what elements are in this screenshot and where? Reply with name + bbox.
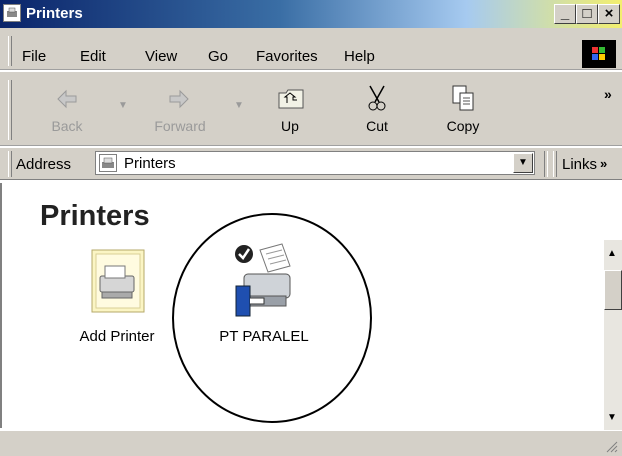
back-dropdown-icon[interactable]: ▼	[118, 100, 128, 111]
menu-view[interactable]: View	[145, 48, 177, 65]
scroll-down-icon[interactable]: ▼	[607, 412, 617, 423]
copy-button[interactable]: Copy	[428, 82, 498, 140]
add-printer-item[interactable]: Add Printer	[62, 240, 172, 350]
close-button[interactable]: ×	[598, 4, 620, 24]
resize-grip-icon[interactable]	[604, 439, 618, 453]
links-label: Links	[562, 156, 598, 173]
address-label: Address	[16, 156, 72, 173]
menu-edit[interactable]: Edit	[80, 48, 106, 65]
printer-folder-icon	[99, 154, 117, 172]
back-button[interactable]: Back	[32, 82, 102, 140]
highlight-circle	[172, 213, 372, 423]
folder-heading: Printers	[40, 200, 150, 232]
copy-icon	[452, 85, 474, 111]
toolbar-overflow-icon[interactable]: »	[604, 86, 612, 102]
back-label: Back	[51, 118, 83, 134]
up-folder-icon	[278, 89, 304, 109]
title-bar	[0, 0, 622, 28]
address-dropdown-icon[interactable]: ▼	[513, 153, 533, 173]
forward-label: Forward	[154, 118, 206, 134]
cut-label: Cut	[366, 118, 388, 134]
maximize-button[interactable]: □	[576, 4, 598, 24]
links-button[interactable]: Links»	[562, 156, 607, 173]
minimize-button[interactable]: _	[554, 4, 576, 24]
scissors-icon	[368, 85, 386, 111]
address-value: Printers	[124, 155, 176, 172]
forward-arrow-icon	[169, 89, 189, 109]
printer-folder-icon	[3, 4, 21, 22]
up-button[interactable]: Up	[255, 82, 325, 140]
forward-button[interactable]: Forward	[140, 82, 220, 140]
scroll-up-icon[interactable]: ▲	[607, 248, 617, 259]
up-label: Up	[281, 118, 299, 134]
menu-help[interactable]: Help	[344, 48, 375, 65]
add-printer-icon	[91, 249, 145, 313]
vertical-scrollbar[interactable]: ▲ ▼	[604, 240, 622, 430]
back-arrow-icon	[57, 89, 77, 109]
cut-button[interactable]: Cut	[342, 82, 412, 140]
menu-file[interactable]: File	[22, 48, 46, 65]
scroll-thumb[interactable]	[604, 270, 622, 310]
menu-go[interactable]: Go	[208, 48, 228, 65]
menu-favorites[interactable]: Favorites	[256, 48, 318, 65]
links-overflow-icon: »	[600, 156, 608, 171]
copy-label: Copy	[446, 118, 480, 134]
add-printer-label: Add Printer	[79, 328, 155, 345]
address-input[interactable]: Printers ▼	[95, 151, 535, 175]
windows-logo-icon	[582, 40, 616, 68]
window-title: Printers	[26, 5, 83, 22]
status-bar	[0, 430, 622, 456]
forward-dropdown-icon[interactable]: ▼	[234, 100, 244, 111]
